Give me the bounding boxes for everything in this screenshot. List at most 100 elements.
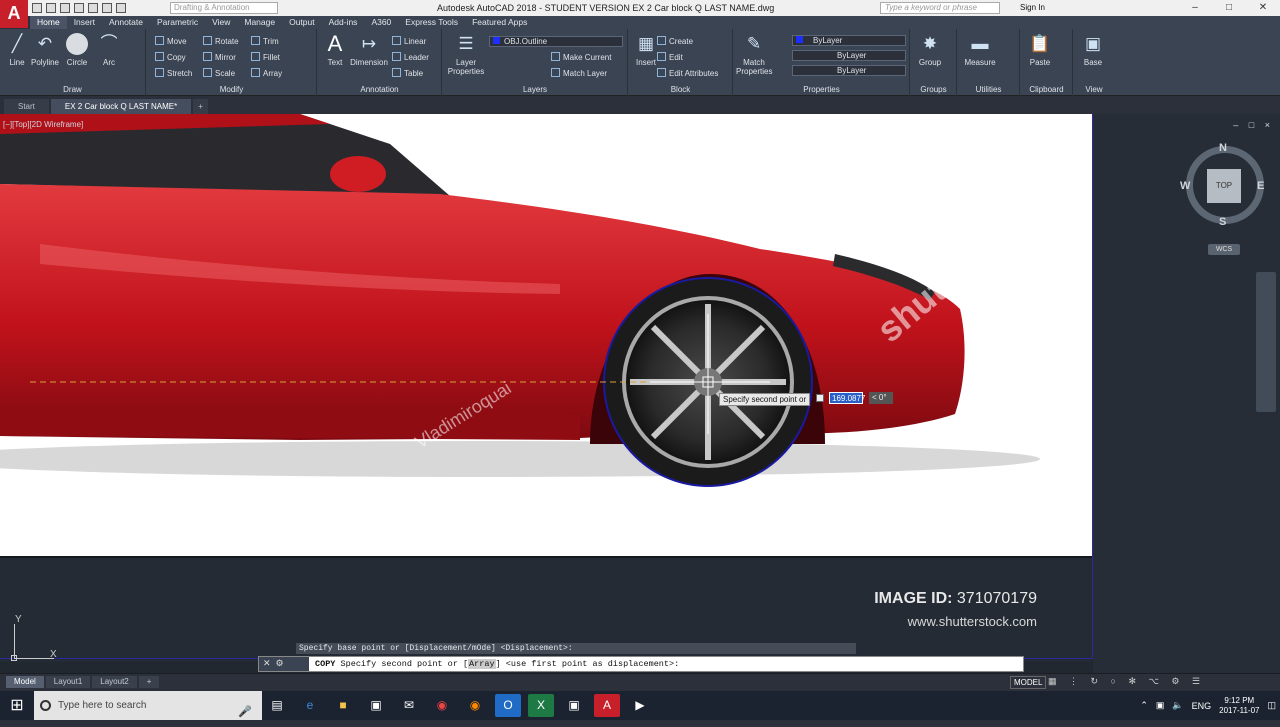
trim-button[interactable]: Trim	[251, 36, 279, 46]
viewcube-top-face[interactable]: TOP	[1207, 169, 1241, 203]
view-panel-label[interactable]: View	[1074, 85, 1114, 94]
tab-output[interactable]: Output	[282, 16, 322, 29]
wcs-menu[interactable]: WCS	[1208, 244, 1240, 255]
compass-east[interactable]: E	[1257, 180, 1264, 192]
tab-layout1[interactable]: Layout1	[45, 676, 91, 688]
file-explorer-icon[interactable]: ■	[330, 694, 356, 717]
workspace-select[interactable]: Drafting & Annotation	[170, 2, 278, 14]
base-button[interactable]: ▣ Base	[1076, 33, 1110, 67]
layer-dropdown[interactable]: OBJ.Outline	[489, 36, 623, 47]
model-space-button[interactable]: MODEL	[1010, 676, 1047, 689]
block-panel-label[interactable]: Block	[629, 85, 732, 94]
linear-button[interactable]: Linear	[392, 36, 426, 46]
sign-in-button[interactable]: Sign In	[1020, 3, 1045, 12]
layers-panel-label[interactable]: Layers	[443, 85, 627, 94]
camera-icon[interactable]: ▣	[561, 694, 587, 717]
modify-panel-label[interactable]: Modify	[147, 85, 316, 94]
search-input[interactable]: Type a keyword or phrase	[880, 2, 1000, 14]
match-layer-button[interactable]: Match Layer	[551, 68, 607, 78]
create-block-button[interactable]: Create	[657, 36, 693, 46]
leader-button[interactable]: Leader	[392, 52, 429, 62]
media-icon[interactable]: ▶	[627, 694, 653, 717]
command-prompt[interactable]: COPY Specify second point or [Array] <us…	[315, 657, 679, 671]
layer-properties-button[interactable]: ☰ Layer Properties	[447, 33, 485, 76]
minimize-icon[interactable]: –	[1178, 0, 1212, 16]
color-dropdown[interactable]: ByLayer	[792, 35, 906, 46]
windows-start-icon[interactable]: ⊞	[0, 691, 34, 720]
command-option-array[interactable]: Array	[468, 659, 496, 669]
utilities-panel-label[interactable]: Utilities	[958, 85, 1019, 94]
open-icon[interactable]	[46, 3, 56, 13]
tray-chevron-icon[interactable]: ⌃	[1140, 700, 1148, 711]
navigation-bar[interactable]	[1256, 272, 1276, 412]
status-toggle-icons[interactable]: ▦ ⋮ ↻ ○ ✻ ⌥ ⚙ ☰	[1048, 676, 1205, 687]
tab-home[interactable]: Home	[30, 16, 67, 29]
edit-block-button[interactable]: Edit	[657, 52, 683, 62]
copy-button[interactable]: Copy	[155, 52, 186, 62]
groups-panel-label[interactable]: Groups	[911, 85, 956, 94]
tab-featured-apps[interactable]: Featured Apps	[465, 16, 534, 29]
notifications-icon[interactable]: ◫	[1267, 700, 1276, 711]
tab-model[interactable]: Model	[6, 676, 44, 688]
viewport-window-controls[interactable]: – □ ×	[1233, 120, 1274, 130]
chrome-icon[interactable]: ◉	[429, 694, 455, 717]
tab-drawing[interactable]: EX 2 Car block Q LAST NAME*	[50, 99, 192, 114]
drawing-viewport[interactable]: [−][Top][2D Wireframe] – □ × Vladimiroqu…	[0, 114, 1280, 674]
tab-express-tools[interactable]: Express Tools	[398, 16, 465, 29]
linetype-dropdown[interactable]: ByLayer	[792, 50, 906, 61]
mirror-button[interactable]: Mirror	[203, 52, 236, 62]
volume-icon[interactable]: 🔈	[1172, 700, 1183, 711]
task-view-icon[interactable]: ▤	[264, 694, 290, 717]
print-icon[interactable]	[88, 3, 98, 13]
tab-insert[interactable]: Insert	[67, 16, 102, 29]
circle-button[interactable]: Circle	[60, 33, 94, 67]
close-icon[interactable]: ✕	[1246, 0, 1280, 16]
undo-icon[interactable]	[102, 3, 112, 13]
group-button[interactable]: ✸ Group	[913, 33, 947, 67]
stretch-button[interactable]: Stretch	[155, 68, 192, 78]
new-icon[interactable]	[32, 3, 42, 13]
command-line[interactable]: ✕⚙ COPY Specify second point or [Array] …	[258, 656, 1024, 672]
new-tab-button[interactable]: +	[193, 99, 208, 114]
annotation-panel-label[interactable]: Annotation	[318, 85, 441, 94]
edit-attributes-button[interactable]: Edit Attributes	[657, 68, 718, 78]
scale-button[interactable]: Scale	[203, 68, 235, 78]
mail-icon[interactable]: ✉	[396, 694, 422, 717]
dynamic-input-options-icon[interactable]	[816, 394, 824, 402]
draw-panel-label[interactable]: Draw	[0, 85, 145, 94]
maximize-icon[interactable]: □	[1212, 0, 1246, 16]
compass-south[interactable]: S	[1219, 216, 1226, 228]
measure-button[interactable]: ▬ Measure	[960, 33, 1000, 67]
compass-west[interactable]: W	[1180, 180, 1190, 192]
close-command-icon[interactable]: ✕	[263, 659, 276, 669]
tab-manage[interactable]: Manage	[237, 16, 282, 29]
firefox-icon[interactable]: ◉	[462, 694, 488, 717]
excel-icon[interactable]: X	[528, 694, 554, 717]
fillet-button[interactable]: Fillet	[251, 52, 280, 62]
language-indicator[interactable]: ENG	[1192, 701, 1212, 711]
microphone-icon[interactable]: 🎤	[238, 698, 252, 727]
add-layout-button[interactable]: +	[138, 676, 160, 688]
make-current-button[interactable]: Make Current	[551, 52, 611, 62]
autocad-taskbar-icon[interactable]: A	[594, 694, 620, 717]
save-as-icon[interactable]	[74, 3, 84, 13]
tab-add-ins[interactable]: Add-ins	[322, 16, 365, 29]
save-icon[interactable]	[60, 3, 70, 13]
customize-icon[interactable]: ⚙	[276, 659, 289, 669]
array-button[interactable]: Array	[251, 68, 282, 78]
viewport-controls-label[interactable]: [−][Top][2D Wireframe]	[3, 120, 83, 129]
table-button[interactable]: Table	[392, 68, 423, 78]
compass-north[interactable]: N	[1219, 142, 1227, 154]
redo-icon[interactable]	[116, 3, 126, 13]
arc-button[interactable]: ⌒ Arc	[92, 33, 126, 67]
tab-layout2[interactable]: Layout2	[92, 676, 137, 688]
match-properties-button[interactable]: ✎ Match Properties	[736, 33, 772, 76]
outlook-icon[interactable]: O	[495, 694, 521, 717]
tab-annotate[interactable]: Annotate	[102, 16, 150, 29]
clipboard-panel-label[interactable]: Clipboard	[1021, 85, 1072, 94]
tab-view[interactable]: View	[205, 16, 237, 29]
edge-icon[interactable]: e	[297, 694, 323, 717]
lineweight-dropdown[interactable]: ByLayer	[792, 65, 906, 76]
tab-parametric[interactable]: Parametric	[150, 16, 205, 29]
paste-button[interactable]: 📋 Paste	[1023, 33, 1057, 67]
